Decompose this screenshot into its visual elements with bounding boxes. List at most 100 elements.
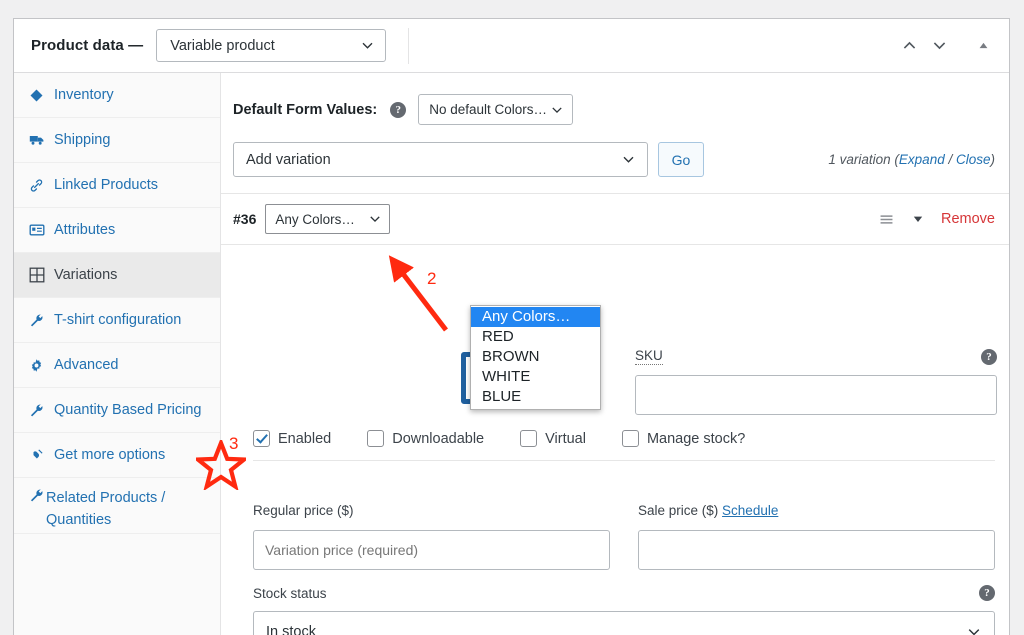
virtual-checkbox[interactable]: Virtual <box>520 430 586 447</box>
product-type-select[interactable]: Variable product <box>156 29 387 62</box>
variation-id: #36 <box>233 211 257 227</box>
metabox-body: Inventory Shipping Linked Products Attri… <box>14 73 1009 635</box>
sidebar-item-tshirt-configuration[interactable]: T-shirt configuration <box>14 298 220 343</box>
chevron-down-icon <box>550 103 564 117</box>
expand-link[interactable]: Expand <box>899 152 945 167</box>
product-type-value: Variable product <box>170 37 275 54</box>
variation-attribute-dropdown[interactable]: Any Colors… RED BROWN WHITE BLUE <box>470 305 601 410</box>
wrench-icon <box>28 313 45 328</box>
add-variation-select[interactable]: Add variation <box>233 142 648 177</box>
remove-variation-link[interactable]: Remove <box>941 211 995 227</box>
go-button[interactable]: Go <box>658 142 704 177</box>
variations-panel: Default Form Values: ? No default Colors… <box>221 73 1009 635</box>
drag-handle-icon[interactable] <box>878 211 895 228</box>
sidebar-item-label: Attributes <box>54 222 116 238</box>
checkbox-box-checked[interactable] <box>253 430 270 447</box>
chevron-down-icon <box>368 212 382 226</box>
sidebar-item-label: Get more options <box>54 447 166 463</box>
move-down-button[interactable] <box>924 31 954 61</box>
expand-variation-icon[interactable] <box>912 213 924 225</box>
sidebar-item-variations[interactable]: Variations <box>14 253 220 298</box>
help-icon[interactable]: ? <box>390 101 407 118</box>
sidebar-item-quantity-based-pricing[interactable]: Quantity Based Pricing <box>14 388 220 433</box>
default-form-values-label: Default Form Values: <box>233 101 378 118</box>
annotation-number-3: 3 <box>229 434 239 453</box>
sku-label-row: SKU ? <box>635 348 997 365</box>
sidebar-item-label: Linked Products <box>54 177 158 193</box>
toggle-panel-button[interactable] <box>968 31 998 61</box>
enabled-checkbox[interactable]: Enabled <box>253 430 331 447</box>
regular-price-group: Regular price ($) <box>253 502 610 570</box>
stock-status-label: Stock status <box>253 585 327 601</box>
sale-price-label: Sale price ($) <box>638 503 723 518</box>
grid-icon <box>28 267 45 283</box>
sidebar-item-label: Advanced <box>54 357 119 373</box>
help-icon[interactable]: ? <box>981 348 997 365</box>
dropdown-option[interactable]: BROWN <box>471 347 600 367</box>
chevron-down-icon <box>966 624 982 635</box>
sku-field-group: SKU ? <box>635 348 997 415</box>
wrench-icon <box>28 488 45 503</box>
stock-status-select[interactable]: In stock <box>253 611 995 635</box>
dropdown-option[interactable]: RED <box>471 327 600 347</box>
sidebar-item-attributes[interactable]: Attributes <box>14 208 220 253</box>
variation-count-text: 1 variation <box>828 152 895 167</box>
truck-icon <box>28 132 45 148</box>
checkbox-box[interactable] <box>367 430 385 447</box>
sku-label: SKU <box>635 348 663 365</box>
sidebar-item-label: Quantity Based Pricing <box>54 402 202 418</box>
help-icon[interactable]: ? <box>979 585 995 601</box>
sidebar-item-advanced[interactable]: Advanced <box>14 343 220 388</box>
header-divider <box>408 27 410 64</box>
sidebar-item-label: Inventory <box>54 87 114 103</box>
chevron-down-icon <box>360 38 375 53</box>
close-link[interactable]: Close <box>956 152 991 167</box>
sidebar-item-inventory[interactable]: Inventory <box>14 73 220 118</box>
add-variation-value: Add variation <box>246 151 331 168</box>
default-colors-select[interactable]: No default Colors… <box>418 94 574 125</box>
checkbox-label: Enabled <box>278 430 332 447</box>
dropdown-option[interactable]: BLUE <box>471 387 600 407</box>
annotation-number-2: 2 <box>427 269 437 288</box>
dropdown-option[interactable]: WHITE <box>471 367 600 387</box>
stock-status-value: In stock <box>266 623 316 635</box>
checkbox-box[interactable] <box>520 430 538 447</box>
screen-root: Product data — Variable product Inventor… <box>0 0 1024 635</box>
sidebar-item-label: Shipping <box>54 132 111 148</box>
manage-stock-checkbox[interactable]: Manage stock? <box>621 430 745 447</box>
sidebar-item-label: Variations <box>54 267 118 283</box>
inventory-icon <box>28 88 45 103</box>
price-fields-row: Regular price ($) Sale price ($) Schedul… <box>253 502 995 570</box>
sku-input[interactable] <box>635 375 997 415</box>
variations-toolbar: Add variation Go 1 variation (Expand / C… <box>221 125 1009 177</box>
regular-price-label: Regular price ($) <box>253 503 354 518</box>
sidebar-item-shipping[interactable]: Shipping <box>14 118 220 163</box>
header-actions <box>894 31 998 61</box>
sidebar-item-label: Related Products / Quantities <box>46 490 166 529</box>
product-data-metabox: Product data — Variable product Inventor… <box>13 18 1010 635</box>
sidebar-item-related-products-quantities[interactable]: Related Products / Quantities <box>14 478 220 534</box>
sidebar-item-linked-products[interactable]: Linked Products <box>14 163 220 208</box>
variation-count: 1 variation (Expand / Close) <box>828 152 995 167</box>
variation-flags-row: Enabled Downloadable Virtual Manage stoc… <box>253 430 995 461</box>
paren-close: ) <box>990 152 996 167</box>
sale-price-input[interactable] <box>638 530 995 570</box>
variation-attribute-value: Any Colors… <box>275 211 355 227</box>
wrench-icon <box>28 403 45 418</box>
move-up-button[interactable] <box>894 31 924 61</box>
plug-icon <box>28 448 45 463</box>
gear-icon <box>28 358 45 373</box>
link-icon <box>28 178 45 193</box>
dropdown-option[interactable]: Any Colors… <box>471 307 600 327</box>
checkbox-box[interactable] <box>621 430 639 447</box>
schedule-link[interactable]: Schedule <box>722 503 778 518</box>
checkbox-label: Virtual <box>545 430 586 447</box>
regular-price-input[interactable] <box>253 530 610 570</box>
metabox-header: Product data — Variable product <box>14 19 1009 73</box>
sidebar-item-get-more-options[interactable]: Get more options <box>14 433 220 478</box>
stock-status-label-row: Stock status ? <box>253 585 995 601</box>
variation-attribute-select[interactable]: Any Colors… <box>265 204 391 234</box>
chevron-down-icon <box>621 152 636 167</box>
downloadable-checkbox[interactable]: Downloadable <box>367 430 484 447</box>
product-data-tabs: Inventory Shipping Linked Products Attri… <box>14 73 221 635</box>
